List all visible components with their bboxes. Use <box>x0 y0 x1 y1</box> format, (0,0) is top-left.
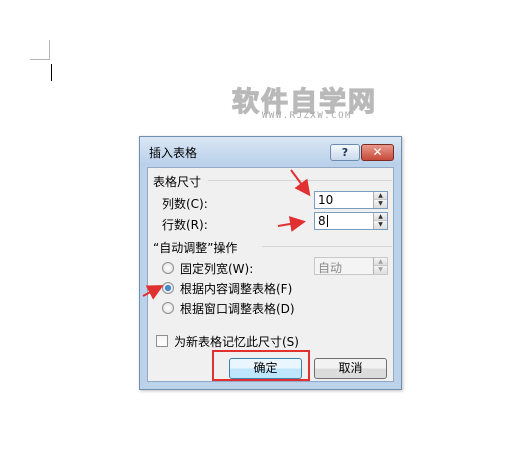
annotation-arrows <box>142 169 311 300</box>
arrow-annotation <box>142 285 164 300</box>
arrow-annotation <box>277 216 306 232</box>
arrow-annotation <box>290 169 311 197</box>
